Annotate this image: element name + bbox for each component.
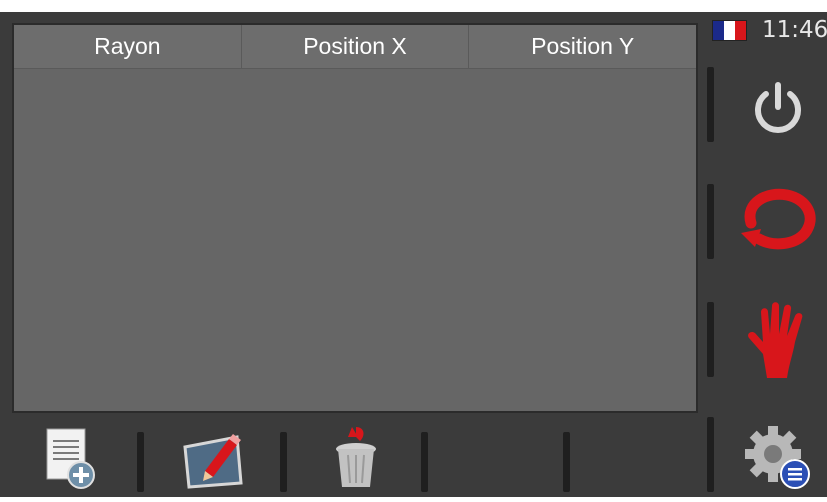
power-icon — [754, 82, 801, 133]
add-document-button[interactable] — [30, 418, 110, 497]
circular-arrow-icon — [740, 188, 816, 250]
document-add-icon — [46, 428, 95, 489]
trash-bin-icon — [335, 426, 376, 487]
divider — [707, 417, 714, 492]
column-header-position-x[interactable]: Position X — [242, 25, 470, 68]
divider — [563, 432, 570, 492]
divider — [137, 432, 144, 492]
column-header-rayon[interactable]: Rayon — [14, 25, 242, 68]
refresh-button[interactable] — [730, 175, 825, 265]
divider — [280, 432, 287, 492]
pencil-edit-icon — [182, 433, 243, 489]
divider — [707, 184, 714, 259]
edit-button[interactable] — [170, 418, 255, 497]
delete-button[interactable] — [318, 418, 393, 497]
column-header-position-y[interactable]: Position Y — [469, 25, 696, 68]
red-hand-icon — [747, 302, 802, 378]
stop-button[interactable] — [730, 294, 825, 384]
app-screen: Rayon Position X Position Y 11:46 — [0, 12, 827, 497]
power-button[interactable] — [730, 62, 825, 152]
french-flag-icon[interactable] — [712, 20, 747, 41]
divider — [707, 302, 714, 377]
gear-list-icon — [744, 426, 810, 489]
settings-button[interactable] — [730, 412, 825, 502]
data-grid: Rayon Position X Position Y — [12, 23, 698, 413]
status-bar: 11:46 — [710, 12, 827, 52]
divider — [707, 67, 714, 142]
divider — [421, 432, 428, 492]
clock: 11:46 — [762, 17, 827, 43]
grid-body[interactable] — [14, 69, 696, 411]
grid-header: Rayon Position X Position Y — [14, 25, 696, 69]
